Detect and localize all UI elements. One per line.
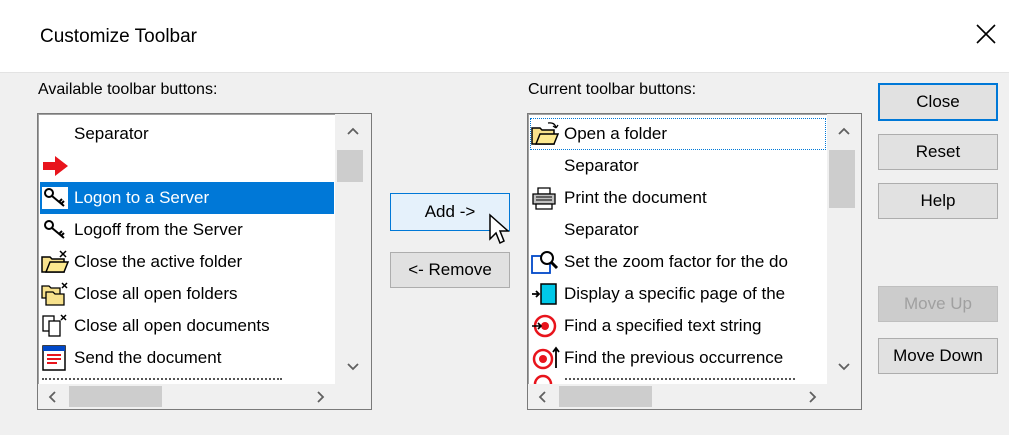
current-list-vertical-scrollbar[interactable] [827,114,861,384]
list-item[interactable]: Separator [530,214,826,246]
find-icon [532,314,557,338]
list-item-focused[interactable]: Open a folder [530,118,826,150]
send-document-icon [42,345,66,371]
help-button[interactable]: Help [878,183,998,219]
scroll-up-button[interactable] [827,114,861,148]
current-list-horizontal-scrollbar[interactable] [528,384,827,409]
keys-icon [42,187,68,209]
available-buttons-list[interactable]: Separator Logon to a Server Logoff from … [37,113,372,410]
zoom-icon [531,251,559,274]
list-item[interactable]: Find a specified text string [530,310,826,342]
list-item[interactable] [40,150,334,182]
list-item[interactable]: Separator [530,150,826,182]
printer-icon [532,187,556,210]
scroll-left-button[interactable] [38,384,66,409]
close-icon [976,24,996,44]
list-item[interactable]: Close the active folder [40,246,334,278]
chevron-left-icon [538,390,546,403]
mouse-pointer-icon [489,213,510,245]
dialog-title: Customize Toolbar [40,26,198,47]
folders-close-icon [41,282,68,306]
keys-icon [44,220,65,239]
list-item[interactable]: Set the zoom factor for the do [530,246,826,278]
chevron-left-icon [48,390,56,403]
list-item[interactable]: Print the document [530,182,826,214]
available-list-horizontal-scrollbar[interactable] [38,384,335,409]
close-button[interactable]: Close [878,83,998,121]
list-item[interactable]: Close all open folders [40,278,334,310]
documents-close-icon [42,314,67,337]
find-previous-icon [532,346,560,370]
list-item[interactable]: Find the previous occurrence [530,342,826,374]
list-item[interactable]: Close all open documents [40,310,334,342]
move-down-button[interactable]: Move Down [878,338,998,374]
chevron-right-icon [317,390,325,403]
close-window-button[interactable] [962,12,1009,56]
reset-button[interactable]: Reset [878,134,998,170]
chevron-down-icon [838,363,850,371]
scroll-thumb[interactable] [69,386,162,407]
scroll-left-button[interactable] [528,384,556,409]
scroll-right-button[interactable] [799,384,827,409]
current-buttons-list[interactable]: Open a folder Separator Print the docume… [527,113,862,410]
scroll-down-button[interactable] [827,350,861,384]
chevron-up-icon [838,127,850,135]
scroll-thumb[interactable] [829,150,855,208]
scroll-thumb[interactable] [337,150,363,182]
scroll-right-button[interactable] [307,384,335,409]
chevron-right-icon [809,390,817,403]
remove-button[interactable]: <- Remove [390,252,510,288]
list-item[interactable]: Send the document [40,342,334,374]
move-up-button[interactable]: Move Up [878,286,998,322]
title-bar: Customize Toolbar [0,0,1009,72]
page-icon [532,283,557,305]
list-item-selected[interactable]: Logon to a Server [40,182,334,214]
list-item[interactable]: Display a specific page of the [530,278,826,310]
current-buttons-label: Current toolbar buttons: [528,81,697,98]
list-item[interactable]: Logoff from the Server [40,214,334,246]
available-list-vertical-scrollbar[interactable] [335,114,371,384]
scroll-up-button[interactable] [335,114,371,148]
available-buttons-label: Available toolbar buttons: [38,81,218,98]
chevron-down-icon [347,363,359,371]
scroll-down-button[interactable] [335,350,371,384]
list-item[interactable]: Separator [40,118,334,150]
red-arrow-icon [43,156,68,176]
chevron-up-icon [347,127,359,135]
open-folder-icon [531,122,560,145]
customize-toolbar-dialog: Customize Toolbar Available toolbar butt… [0,0,1009,435]
scroll-thumb[interactable] [559,386,652,407]
folder-close-icon [41,250,70,273]
